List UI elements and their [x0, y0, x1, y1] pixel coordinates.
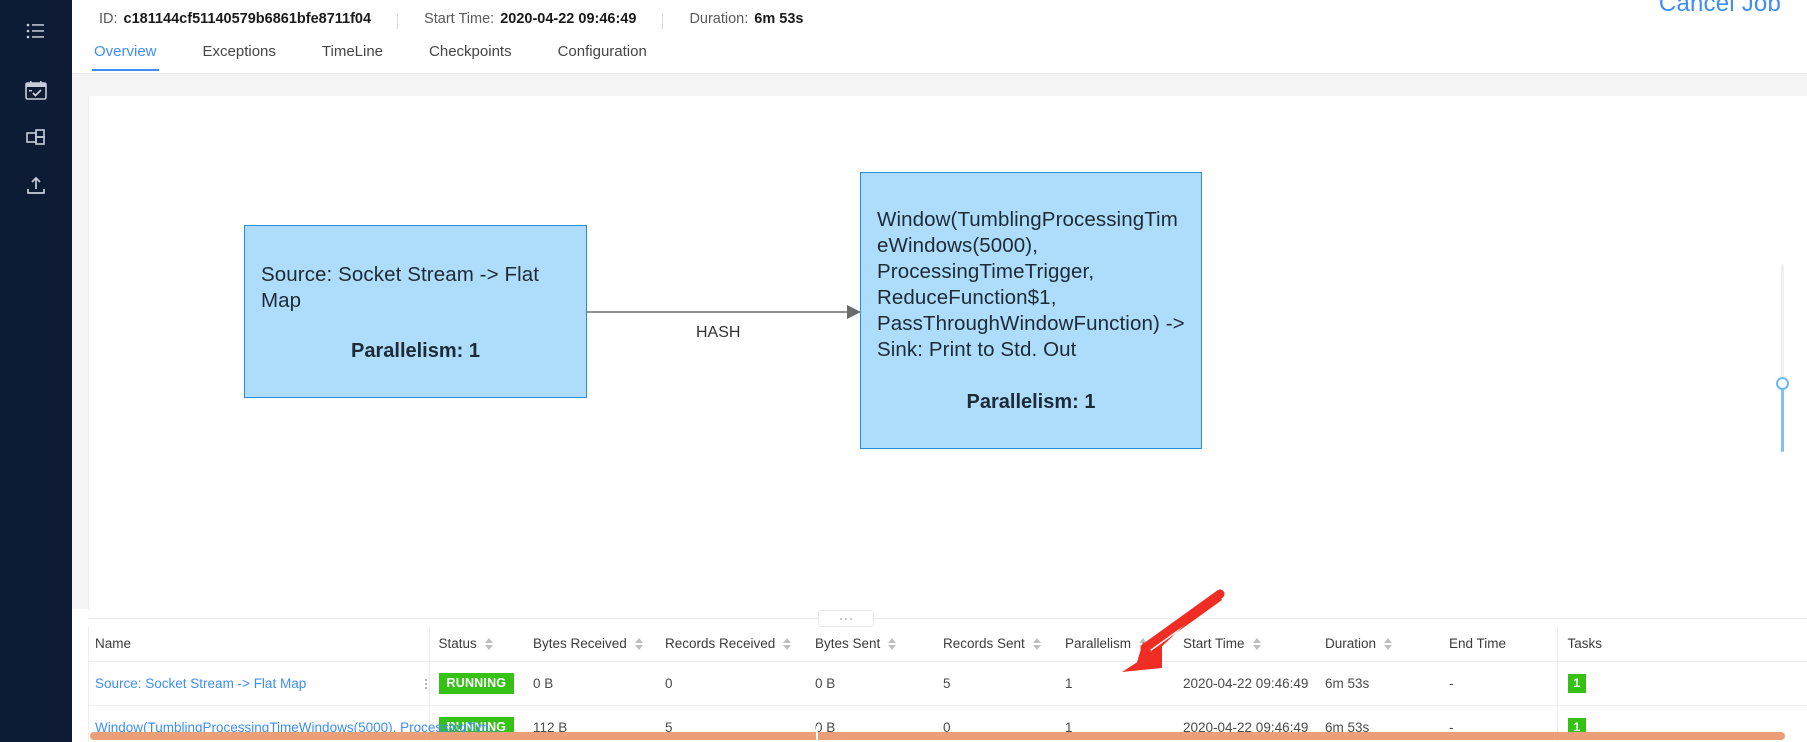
col-header-bytes-sent[interactable]: Bytes Sent [815, 627, 943, 662]
sidebar-item-cluster[interactable] [0, 114, 72, 162]
graph-node-parallelism: Parallelism: 1 [966, 391, 1096, 413]
zoom-slider-fill [1781, 386, 1784, 452]
tab-timeline[interactable]: TimeLine [322, 38, 383, 70]
tab-configuration[interactable]: Configuration [558, 38, 647, 70]
cell-records-received: 0 [665, 661, 815, 706]
job-duration-label: Duration: [689, 11, 749, 27]
job-start-time-value: 2020-04-22 09:46:49 [500, 11, 637, 27]
col-header-start-time[interactable]: Start Time [1183, 627, 1325, 662]
job-start-time-label: Start Time: [424, 11, 495, 27]
tab-content-spacer [72, 74, 1807, 96]
col-header-records-received[interactable]: Records Received [665, 627, 815, 662]
col-header-label: Parallelism [1065, 636, 1132, 651]
col-header-label: Bytes Received [533, 636, 627, 651]
job-id-label: ID: [99, 11, 118, 27]
job-start-time-meta: Start Time: 2020-04-22 09:46:49 [424, 11, 636, 27]
upload-icon [26, 176, 46, 196]
splitter-drag-handle[interactable] [818, 610, 874, 627]
graph-edge-label: HASH [696, 324, 741, 341]
table-header-row: Name Status Bytes Received Records Recei… [89, 627, 1807, 662]
col-header-label: Name [95, 636, 132, 651]
sort-icon[interactable] [634, 637, 643, 650]
blocks-icon [25, 128, 47, 148]
cell-parallelism: 1 [1065, 661, 1183, 706]
scrollbar-column-divider [816, 726, 818, 742]
graph-zoom-slider[interactable] [1775, 264, 1789, 452]
col-header-duration[interactable]: Duration [1325, 627, 1449, 662]
panel-splitter[interactable] [88, 609, 1807, 627]
col-header-label: Start Time [1183, 636, 1245, 651]
graph-node-window[interactable]: Window(TumblingProcessingTimeWindows(500… [860, 172, 1202, 449]
zoom-slider-handle[interactable] [1776, 377, 1789, 390]
cell-end-time: - [1449, 661, 1557, 706]
subtasks-table[interactable]: Name Status Bytes Received Records Recei… [88, 627, 1807, 742]
cell-start-time: 2020-04-22 09:46:49 [1183, 661, 1325, 706]
graph-node-parallelism: Parallelism: 1 [351, 340, 480, 362]
col-header-label: Records Received [665, 636, 776, 651]
cell-bytes-sent: 0 B [815, 661, 943, 706]
job-duration-value: 6m 53s [754, 11, 804, 27]
col-header-label: Duration [1325, 636, 1377, 651]
cell-bytes-received: 0 B [533, 661, 665, 706]
sort-icon[interactable] [783, 637, 792, 650]
col-header-bytes-received[interactable]: Bytes Received [533, 627, 665, 662]
sort-icon[interactable] [1032, 637, 1041, 650]
col-header-status[interactable]: Status [428, 627, 533, 662]
sort-icon[interactable] [1139, 637, 1148, 650]
col-header-label: Bytes Sent [815, 636, 881, 651]
cancel-job-button[interactable]: Cancel Job [1659, 0, 1781, 18]
col-header-label: Status [438, 636, 477, 651]
graph-node-source[interactable]: Source: Socket Stream -> Flat Map Parall… [244, 225, 587, 398]
sidebar-item-task-manager[interactable] [0, 66, 72, 114]
row-menu-icon[interactable] [424, 678, 427, 689]
col-header-parallelism[interactable]: Parallelism [1065, 627, 1183, 662]
job-duration-meta: Duration: 6m 53s [689, 11, 803, 27]
job-tabs: Overview Exceptions TimeLine Checkpoints… [72, 38, 1807, 74]
splitter-line [88, 618, 1807, 619]
tab-exceptions[interactable]: Exceptions [203, 38, 276, 70]
graph-node-title: Window(TumblingProcessingTimeWindows(500… [877, 208, 1185, 361]
cell-status: RUNNING [428, 661, 533, 706]
col-header-name[interactable]: Name [89, 627, 429, 662]
sidebar-item-job-list[interactable] [0, 7, 72, 55]
job-id-meta: ID: c181144cf51140579b6861bfe8711f04 [99, 11, 371, 27]
job-header: ID: c181144cf51140579b6861bfe8711f04 Sta… [72, 0, 1807, 38]
subtask-link[interactable]: Source: Socket Stream -> Flat Map [95, 676, 306, 691]
sort-icon[interactable] [484, 637, 493, 650]
flink-job-detail-page: ID: c181144cf51140579b6861bfe8711f04 Sta… [0, 0, 1807, 742]
cell-tasks: 1 [1556, 661, 1807, 706]
tab-overview[interactable]: Overview [92, 38, 159, 71]
table-row[interactable]: Source: Socket Stream -> Flat Map RUNNIN… [89, 661, 1807, 706]
tasks-badge: 1 [1567, 674, 1587, 693]
sidebar-item-submit-job[interactable] [0, 162, 72, 210]
horizontal-scrollbar[interactable] [90, 732, 1785, 740]
job-graph-canvas[interactable]: Source: Socket Stream -> Flat Map Parall… [88, 96, 1807, 609]
col-header-records-sent[interactable]: Records Sent [943, 627, 1065, 662]
cell-records-sent: 5 [943, 661, 1065, 706]
list-icon [26, 22, 46, 40]
cell-name[interactable]: Source: Socket Stream -> Flat Map [89, 661, 429, 706]
sort-icon[interactable] [888, 637, 897, 650]
col-header-end-time[interactable]: End Time [1449, 627, 1557, 662]
header-divider [397, 13, 399, 29]
sort-icon[interactable] [1384, 637, 1393, 650]
canvas-left-gutter [72, 96, 88, 609]
graph-node-title: Source: Socket Stream -> Flat Map [261, 263, 540, 312]
sidebar [0, 0, 72, 742]
col-header-label: Records Sent [943, 636, 1025, 651]
sort-icon[interactable] [1252, 637, 1261, 650]
calendar-check-icon [25, 80, 47, 100]
header-divider [662, 13, 664, 29]
tab-checkpoints[interactable]: Checkpoints [429, 38, 512, 70]
cell-duration: 6m 53s [1325, 661, 1449, 706]
col-header-label: End Time [1449, 636, 1507, 651]
job-id-value: c181144cf51140579b6861bfe8711f04 [123, 11, 372, 27]
col-header-tasks[interactable]: Tasks [1556, 627, 1807, 662]
col-header-label: Tasks [1567, 636, 1603, 651]
status-badge: RUNNING [438, 673, 515, 694]
